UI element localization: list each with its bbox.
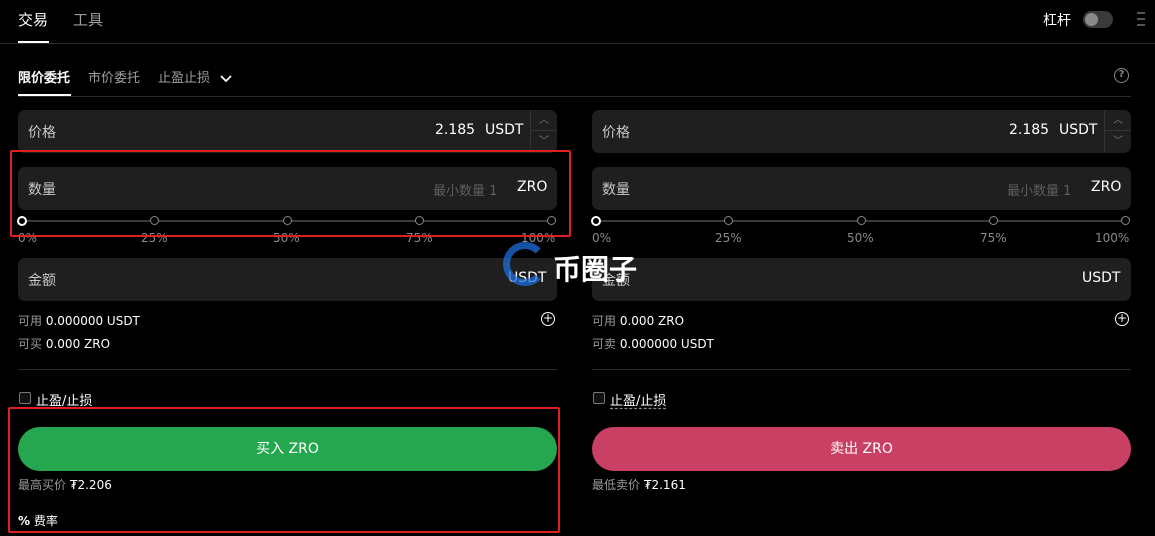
- buy-quantity-field[interactable]: 数量 最小数量 1 ZRO: [18, 167, 557, 210]
- buy-available-value: 0.000000 USDT: [45, 314, 140, 328]
- buy-quantity-unit: ZRO: [517, 179, 548, 195]
- leverage-toggle[interactable]: [1083, 11, 1113, 28]
- buy-slider-mark-50[interactable]: [283, 216, 292, 225]
- buy-price-field[interactable]: 价格 2.185 USDT ︿ ﹀: [18, 110, 557, 153]
- help-icon[interactable]: ?: [1114, 68, 1129, 83]
- sell-tpsl-checkbox[interactable]: [593, 392, 605, 404]
- sell-slider-label-100: 100%: [1095, 231, 1130, 245]
- transfer-plus-icon[interactable]: +: [1115, 312, 1129, 326]
- sell-price-label: 价格: [602, 125, 630, 141]
- buy-quantity-placeholder: 最小数量 1: [433, 184, 498, 199]
- sell-max: 可卖 0.000000 USDT: [592, 335, 714, 352]
- buy-slider-label-100: 100%: [521, 231, 556, 245]
- active-order-tab-indicator: [18, 94, 71, 96]
- sell-slider-mark-75[interactable]: [989, 216, 998, 225]
- buy-price-label: 价格: [28, 125, 56, 141]
- buy-slider-mark-75[interactable]: [415, 216, 424, 225]
- sell-slider-label-50: 50%: [847, 231, 874, 245]
- buy-amount-label: 金额: [28, 273, 56, 289]
- sell-available-value: 0.000 ZRO: [619, 314, 685, 328]
- tab-limit-order[interactable]: 限价委托: [18, 67, 70, 86]
- toggle-knob: [1085, 13, 1098, 26]
- sell-best-value: ₮2.161: [643, 478, 686, 492]
- buy-available-label: 可用: [18, 314, 43, 328]
- buy-max: 可买 0.000 ZRO: [18, 335, 110, 352]
- tab-market-order[interactable]: 市价委托: [88, 67, 140, 86]
- buy-slider-label-75: 75%: [406, 231, 433, 245]
- buy-slider-mark-100[interactable]: [547, 216, 556, 225]
- buy-price-stepper: ︿ ﹀: [530, 110, 557, 153]
- tab-tools[interactable]: 工具: [73, 9, 103, 30]
- buy-best-price: 最高买价 ₮2.206: [18, 476, 112, 493]
- buy-tpsl-checkbox[interactable]: [19, 392, 31, 404]
- buy-amount-unit: USDT: [508, 270, 547, 286]
- sell-quantity-placeholder: 最小数量 1: [1007, 184, 1072, 199]
- sell-slider-mark-100[interactable]: [1121, 216, 1130, 225]
- buy-max-label: 可买: [18, 337, 43, 351]
- buy-price-value: 2.185: [435, 122, 476, 138]
- sell-button[interactable]: 卖出 ZRO: [592, 427, 1131, 471]
- increment-chevron-up-icon[interactable]: ︿: [1105, 110, 1131, 131]
- decrement-chevron-down-icon[interactable]: ﹀: [1105, 132, 1131, 153]
- sell-price-field[interactable]: 价格 2.185 USDT ︿ ﹀: [592, 110, 1131, 153]
- buy-divider: [18, 369, 557, 370]
- sell-amount-label: 金额: [602, 273, 630, 289]
- decrement-chevron-down-icon[interactable]: ﹀: [531, 132, 557, 153]
- tab-trade[interactable]: 交易: [18, 9, 48, 30]
- sell-price-value: 2.185: [1009, 122, 1050, 138]
- sell-quantity-label: 数量: [602, 182, 630, 198]
- percent-icon: %: [18, 514, 31, 528]
- buy-max-value: 0.000 ZRO: [45, 337, 111, 351]
- sell-max-value: 0.000000 USDT: [619, 337, 714, 351]
- fee-rate[interactable]: % 费率: [18, 512, 58, 529]
- buy-slider-label-25: 25%: [141, 231, 168, 245]
- buy-slider-label-50: 50%: [273, 231, 300, 245]
- sell-amount-field[interactable]: 金额 USDT: [592, 258, 1131, 301]
- top-tab-bar: 交易 工具 杠杆: [0, 0, 1155, 44]
- sell-best-price: 最低卖价 ₮2.161: [592, 476, 686, 493]
- buy-slider-mark-25[interactable]: [150, 216, 159, 225]
- buy-quantity-label: 数量: [28, 182, 56, 198]
- sell-price-unit: USDT: [1059, 122, 1098, 138]
- buy-slider-label-0: 0%: [18, 231, 38, 245]
- sell-amount-unit: USDT: [1082, 270, 1121, 286]
- sell-tpsl-label[interactable]: 止盈/止损: [610, 390, 666, 409]
- sell-quantity-unit: ZRO: [1091, 179, 1122, 195]
- sell-best-label: 最低卖价: [592, 478, 641, 492]
- sell-price-stepper: ︿ ﹀: [1104, 110, 1131, 153]
- buy-slider-handle[interactable]: [17, 216, 27, 226]
- sell-slider-label-0: 0%: [592, 231, 612, 245]
- buy-button[interactable]: 买入 ZRO: [18, 427, 557, 471]
- order-type-tabs: 限价委托 市价委托 止盈止损 ?: [18, 66, 1131, 97]
- add-funds-plus-icon[interactable]: +: [541, 312, 555, 326]
- increment-chevron-up-icon[interactable]: ︿: [531, 110, 557, 131]
- sell-available-label: 可用: [592, 314, 617, 328]
- fee-rate-label: 费率: [33, 514, 58, 528]
- sell-max-label: 可卖: [592, 337, 617, 351]
- sell-slider-label-25: 25%: [715, 231, 742, 245]
- buy-amount-field[interactable]: 金额 USDT: [18, 258, 557, 301]
- sell-quantity-field[interactable]: 数量 最小数量 1 ZRO: [592, 167, 1131, 210]
- buy-best-label: 最高买价: [18, 478, 67, 492]
- leverage-label: 杠杆: [1043, 13, 1071, 29]
- chevron-down-icon: [220, 74, 232, 82]
- sell-available: 可用 0.000 ZRO: [592, 312, 684, 329]
- sell-divider: [592, 369, 1131, 370]
- sell-slider-label-75: 75%: [980, 231, 1007, 245]
- active-tab-indicator: [18, 41, 49, 43]
- tab-tpsl-label: 止盈止损: [158, 71, 211, 86]
- buy-price-unit: USDT: [485, 122, 524, 138]
- buy-best-value: ₮2.206: [69, 478, 112, 492]
- drag-handle-icon[interactable]: [1137, 12, 1145, 28]
- tab-tpsl-order[interactable]: 止盈止损: [158, 67, 232, 86]
- buy-available: 可用 0.000000 USDT: [18, 312, 140, 329]
- sell-slider-mark-50[interactable]: [857, 216, 866, 225]
- buy-tpsl-label[interactable]: 止盈/止损: [36, 390, 92, 409]
- sell-slider-mark-25[interactable]: [724, 216, 733, 225]
- sell-slider-handle[interactable]: [591, 216, 601, 226]
